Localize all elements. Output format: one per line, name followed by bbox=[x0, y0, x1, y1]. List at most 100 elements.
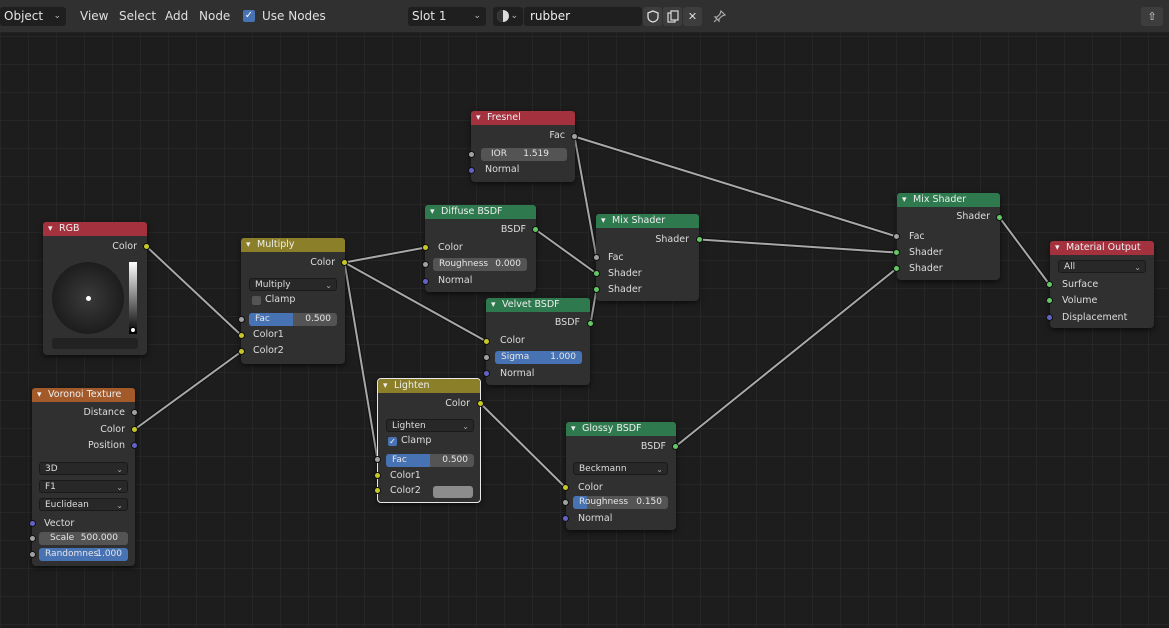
socket-mix1-shader1-in[interactable] bbox=[593, 270, 600, 277]
socket-multiply-color2-in[interactable] bbox=[238, 348, 245, 355]
menu-view[interactable]: View bbox=[78, 7, 110, 26]
node-velvet-bsdf[interactable]: Velvet BSDF BSDF Color Sigma 1.000 Norma… bbox=[486, 298, 590, 385]
socket-velvet-sigma-in[interactable] bbox=[483, 354, 490, 361]
socket-voronoi-vector-in[interactable] bbox=[29, 520, 36, 527]
randomness-slider[interactable]: Randomnes 1.000 bbox=[39, 548, 128, 561]
blend-type-dropdown[interactable]: Lighten ⌄ bbox=[386, 419, 474, 432]
node-header[interactable]: Velvet BSDF bbox=[486, 298, 590, 312]
pin-button[interactable] bbox=[709, 7, 729, 26]
feature-dropdown[interactable]: F1 ⌄ bbox=[39, 480, 128, 493]
socket-multiply-color1-in[interactable] bbox=[238, 332, 245, 339]
socket-diffuse-bsdf-out[interactable] bbox=[532, 226, 539, 233]
socket-mix1-shader-out[interactable] bbox=[696, 236, 703, 243]
socket-multiply-fac-in[interactable] bbox=[238, 316, 245, 323]
node-glossy-bsdf[interactable]: Glossy BSDF BSDF Beckmann ⌄ Color Roughn… bbox=[566, 422, 676, 530]
distance-metric-dropdown[interactable]: Euclidean ⌄ bbox=[39, 498, 128, 511]
scale-field[interactable]: Scale 500.000 bbox=[39, 532, 128, 545]
node-multiply[interactable]: Multiply Color Multiply ⌄ Clamp Fac 0.50… bbox=[241, 238, 345, 364]
node-mix-shader-2[interactable]: Mix Shader Shader Fac Shader Shader bbox=[897, 193, 1000, 280]
socket-glossy-bsdf-out[interactable] bbox=[672, 443, 679, 450]
node-diffuse-bsdf[interactable]: Diffuse BSDF BSDF Color Roughness 0.000 … bbox=[425, 205, 536, 292]
socket-lighten-fac-in[interactable] bbox=[374, 456, 381, 463]
node-rgb[interactable]: RGB Color bbox=[43, 222, 147, 355]
socket-fresnel-normal-in[interactable] bbox=[468, 167, 475, 174]
menu-node[interactable]: Node bbox=[197, 7, 232, 26]
node-lighten[interactable]: Lighten Color Lighten ⌄ ✓ Clamp Fac 0.50… bbox=[377, 378, 481, 503]
node-header[interactable]: Material Output bbox=[1050, 241, 1154, 255]
socket-voronoi-scale-in[interactable] bbox=[29, 535, 36, 542]
socket-mix2-shader1-in[interactable] bbox=[893, 249, 900, 256]
use-nodes-checkbox[interactable]: ✓ bbox=[243, 10, 255, 22]
material-browse-button[interactable]: ⌄ bbox=[493, 7, 523, 26]
roughness-field[interactable]: Roughness 0.000 bbox=[433, 258, 527, 271]
node-header[interactable]: Lighten bbox=[378, 379, 480, 393]
socket-lighten-color1-in[interactable] bbox=[374, 472, 381, 479]
node-voronoi-texture[interactable]: Voronoi Texture Distance Color Position … bbox=[32, 388, 135, 566]
socket-glossy-roughness-in[interactable] bbox=[562, 499, 569, 506]
color-wheel[interactable] bbox=[52, 262, 124, 334]
node-header[interactable]: Mix Shader bbox=[897, 193, 1000, 207]
node-header[interactable]: Mix Shader bbox=[596, 214, 699, 228]
socket-mix2-shader-out[interactable] bbox=[996, 214, 1003, 221]
node-header[interactable]: Glossy BSDF bbox=[566, 422, 676, 436]
blend-type-dropdown[interactable]: Multiply ⌄ bbox=[249, 278, 337, 291]
node-header[interactable]: Voronoi Texture bbox=[32, 388, 135, 402]
node-header[interactable]: Diffuse BSDF bbox=[425, 205, 536, 219]
roughness-slider[interactable]: Roughness 0.150 bbox=[573, 496, 668, 509]
socket-voronoi-distance-out[interactable] bbox=[131, 409, 138, 416]
socket-rgb-color-out[interactable] bbox=[143, 243, 150, 250]
fac-slider[interactable]: Fac 0.500 bbox=[249, 313, 337, 326]
parent-node-tree-button[interactable]: ⇧ bbox=[1141, 7, 1163, 26]
material-name-field[interactable]: rubber bbox=[524, 7, 642, 26]
node-fresnel[interactable]: Fresnel Fac IOR 1.519 Normal bbox=[471, 111, 575, 182]
color-swatch[interactable] bbox=[52, 338, 138, 349]
socket-mix2-fac-in[interactable] bbox=[893, 233, 900, 240]
socket-diffuse-color-in[interactable] bbox=[422, 244, 429, 251]
value-slider-handle[interactable] bbox=[130, 327, 136, 333]
mode-dropdown[interactable]: Object ⌄ bbox=[0, 7, 66, 26]
fake-user-button[interactable] bbox=[643, 7, 662, 26]
socket-voronoi-randomness-in[interactable] bbox=[29, 551, 36, 558]
socket-diffuse-normal-in[interactable] bbox=[422, 278, 429, 285]
ior-field[interactable]: IOR 1.519 bbox=[481, 148, 567, 161]
socket-glossy-color-in[interactable] bbox=[562, 484, 569, 491]
sigma-slider[interactable]: Sigma 1.000 bbox=[495, 351, 582, 364]
menu-select[interactable]: Select bbox=[117, 7, 158, 26]
fac-slider[interactable]: Fac 0.500 bbox=[386, 454, 474, 467]
socket-lighten-color2-in[interactable] bbox=[374, 487, 381, 494]
clamp-checkbox[interactable]: ✓ bbox=[388, 437, 397, 446]
socket-fresnel-fac-out[interactable] bbox=[571, 133, 578, 140]
socket-voronoi-color-out[interactable] bbox=[131, 426, 138, 433]
socket-multiply-color-out[interactable] bbox=[341, 259, 348, 266]
distribution-dropdown[interactable]: Beckmann ⌄ bbox=[573, 462, 668, 475]
target-dropdown[interactable]: All ⌄ bbox=[1058, 260, 1146, 273]
new-material-button[interactable] bbox=[663, 7, 682, 26]
socket-lighten-color-out[interactable] bbox=[477, 400, 484, 407]
socket-velvet-bsdf-out[interactable] bbox=[587, 320, 594, 327]
node-header[interactable]: Multiply bbox=[241, 238, 345, 252]
node-header[interactable]: Fresnel bbox=[471, 111, 575, 125]
node-header[interactable]: RGB bbox=[43, 222, 147, 236]
socket-diffuse-roughness-in[interactable] bbox=[422, 261, 429, 268]
menu-add[interactable]: Add bbox=[163, 7, 190, 26]
socket-velvet-color-in[interactable] bbox=[483, 338, 490, 345]
dimensions-dropdown[interactable]: 3D ⌄ bbox=[39, 462, 128, 475]
socket-mix1-fac-in[interactable] bbox=[593, 254, 600, 261]
socket-output-volume-in[interactable] bbox=[1046, 297, 1053, 304]
color-picker-cursor[interactable] bbox=[86, 296, 91, 301]
socket-velvet-normal-in[interactable] bbox=[483, 370, 490, 377]
socket-output-surface-in[interactable] bbox=[1046, 281, 1053, 288]
socket-voronoi-position-out[interactable] bbox=[131, 442, 138, 449]
node-material-output[interactable]: Material Output All ⌄ Surface Volume Dis… bbox=[1050, 241, 1154, 328]
socket-mix2-shader2-in[interactable] bbox=[893, 265, 900, 272]
clamp-checkbox[interactable] bbox=[252, 296, 261, 305]
socket-mix1-shader2-in[interactable] bbox=[593, 286, 600, 293]
socket-fresnel-ior-in[interactable] bbox=[468, 151, 475, 158]
color2-swatch[interactable] bbox=[433, 486, 473, 498]
slot-dropdown[interactable]: Slot 1 ⌄ bbox=[408, 7, 486, 26]
node-mix-shader-1[interactable]: Mix Shader Shader Fac Shader Shader bbox=[596, 214, 699, 301]
socket-glossy-normal-in[interactable] bbox=[562, 515, 569, 522]
value-slider[interactable] bbox=[129, 262, 137, 334]
socket-output-displacement-in[interactable] bbox=[1046, 314, 1053, 321]
unlink-material-button[interactable]: ✕ bbox=[683, 7, 702, 26]
